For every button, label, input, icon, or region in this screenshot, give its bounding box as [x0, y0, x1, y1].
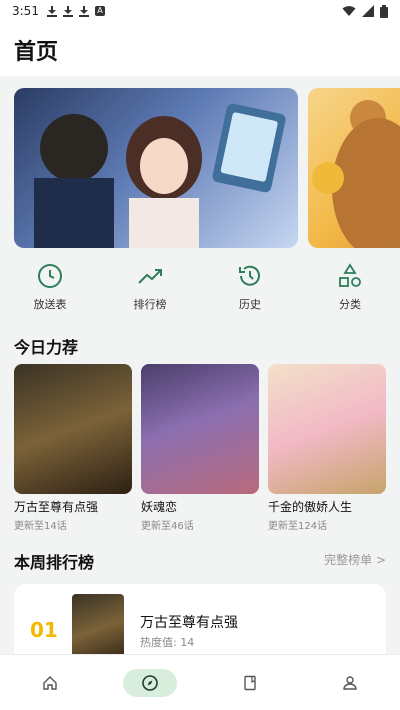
nav-discover[interactable] — [100, 655, 200, 710]
trending-icon — [136, 262, 164, 290]
nav-active-pill — [123, 668, 177, 697]
quicknav-label: 排行榜 — [133, 298, 167, 311]
comic-cover — [141, 364, 259, 494]
quicknav-category[interactable]: 分类 — [300, 262, 400, 318]
quicknav-schedule[interactable]: 放送表 — [0, 262, 100, 318]
nav-profile[interactable] — [300, 655, 400, 710]
battery-icon — [380, 4, 388, 18]
download-icon — [62, 5, 73, 17]
quicknav-history[interactable]: 历史 — [200, 262, 300, 318]
banner-carousel[interactable] — [14, 88, 400, 248]
app-header: 首页 — [0, 22, 400, 76]
banner-illustration-1 — [34, 103, 286, 248]
clock-icon — [36, 262, 64, 290]
ranking-title: 本周排行榜 — [14, 553, 95, 572]
status-time: 3:51 — [12, 4, 39, 18]
profile-icon — [343, 675, 357, 690]
compass-icon — [142, 674, 158, 691]
download-icon — [46, 5, 57, 17]
full-ranking-link[interactable]: 完整榜单 > — [324, 551, 386, 568]
comic-name: 千金的傲娇人生 — [268, 500, 353, 514]
quicknav-label: 分类 — [339, 298, 361, 311]
wifi-icon — [342, 6, 356, 16]
page-title: 首页 — [14, 40, 59, 65]
home-icon — [43, 675, 57, 690]
status-bar: 3:51 A — [0, 0, 400, 22]
heat-value: 热度值: 14 — [140, 636, 195, 649]
comic-cover — [14, 364, 132, 494]
recommend-title: 今日力荐 — [14, 338, 79, 357]
quicknav-ranking[interactable]: 排行榜 — [100, 262, 200, 318]
history-icon — [236, 262, 264, 290]
comic-name: 万古至尊有点强 — [14, 500, 99, 514]
quick-nav: 放送表 排行榜 历史 分类 — [0, 262, 400, 318]
quicknav-label: 历史 — [239, 298, 261, 311]
recommend-card[interactable]: 万古至尊有点强 更新至14话 — [14, 364, 132, 532]
recommend-card[interactable]: 妖魂恋 更新至46话 — [141, 364, 259, 532]
banner-slide-2[interactable] — [308, 88, 400, 248]
app-notification-icon: A — [94, 6, 105, 16]
nav-home[interactable] — [0, 655, 100, 710]
shapes-icon — [336, 262, 364, 290]
download-icon — [78, 5, 89, 17]
quicknav-label: 放送表 — [33, 298, 67, 311]
banner-slide-1[interactable] — [14, 88, 298, 248]
comic-update: 更新至46话 — [141, 521, 194, 532]
rank-number: 01 — [30, 618, 58, 642]
comic-name: 妖魂恋 — [141, 500, 178, 514]
recommend-card[interactable]: 千金的傲娇人生 更新至124话 — [268, 364, 386, 532]
signal-icon — [362, 5, 374, 17]
comic-name: 万古至尊有点强 — [140, 615, 238, 631]
nav-bookshelf[interactable] — [200, 655, 300, 710]
comic-cover — [268, 364, 386, 494]
comic-update: 更新至14话 — [14, 521, 67, 532]
bear-illustration — [312, 100, 400, 248]
book-icon — [244, 675, 256, 690]
bottom-nav — [0, 654, 400, 710]
comic-update: 更新至124话 — [268, 521, 328, 532]
